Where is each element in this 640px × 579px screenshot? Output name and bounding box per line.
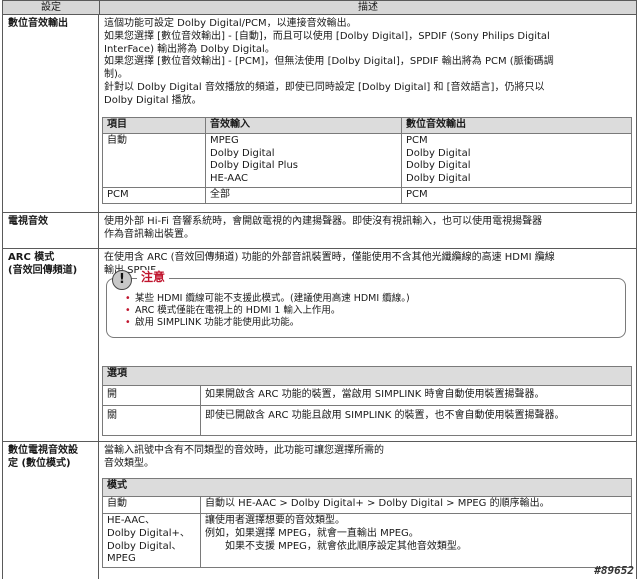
mode-desc-line: 讓使用者選擇想要的音效類型。 [205, 515, 345, 526]
setting-dtv-sound: 數位電視音效設 定 (數位模式) [2, 442, 99, 579]
desc-line: 制)。 [104, 69, 128, 81]
input-value: HE-AAC [210, 173, 248, 185]
cell-inputs: MPEG Dolby Digital Dolby Digital Plus HE… [205, 132, 402, 188]
cell-input: 全部 [205, 186, 402, 204]
cell-option-desc: 即使已開啟含 ARC 功能且啟用 SIMPLINK 的裝置，也不會自動使用裝置揚… [200, 405, 632, 436]
mode-label: MPEG [107, 553, 136, 565]
cell-option: 關 [102, 405, 201, 436]
cell-mode: 自動 [102, 496, 201, 514]
desc-line: 輸出 SPDIF。 [104, 264, 166, 276]
table-row: HE-AAC、 Dolby Digital+、 Dolby Digital、 M… [102, 512, 632, 569]
mode-label: Dolby Digital、 [107, 540, 182, 552]
desc-line: 音效類型。 [104, 457, 154, 469]
desc-line: 當輸入訊號中含有不同類型的音效時，此功能可讓您選擇所需的 [104, 445, 384, 456]
desc-line: 如果您選擇 [數位音效輸出] - [PCM]，但無法使用 [Dolby Digi… [104, 56, 554, 68]
output-table: 項目 音效輸入 數位音效輸出 自動 MPEG Dolby Digital Dol… [102, 117, 632, 204]
output-value: Dolby Digital [406, 160, 471, 172]
mode-label: HE-AAC、 [107, 515, 155, 526]
desc-digital-sound-output: 這個功能可設定 Dolby Digital/PCM，以連接音效輸出。 如果您選擇… [99, 15, 637, 213]
table-row: 關 即使已開啟含 ARC 功能且啟用 SIMPLINK 的裝置，也不會自動使用裝… [102, 405, 632, 436]
notice-box: ! 注意 某些 HDMI 纜線可能不支援此模式。(建議使用高速 HDMI 纜線。… [106, 270, 626, 338]
cell-option-desc: 如果開啟含 ARC 功能的裝置，當啟用 SIMPLINK 時會自動使用裝置揚聲器… [200, 385, 632, 406]
output-value: Dolby Digital [406, 147, 471, 159]
setting-label: 數位電視音效設 [8, 445, 78, 456]
desc-line: 這個功能可設定 Dolby Digital/PCM，以連接音效輸出。 [104, 18, 357, 29]
output-value: Dolby Digital [406, 173, 471, 185]
cell-mode: HE-AAC、 Dolby Digital+、 Dolby Digital、 M… [102, 512, 201, 569]
desc-line: 作為音訊輸出裝置。 [104, 228, 194, 240]
setting-label: 定 (數位模式) [8, 457, 71, 469]
mode-desc-line: 如果不支援 MPEG，就會依此順序設定其他音效類型。 [225, 540, 467, 552]
cell-mode-desc: 自動以 HE-AAC > Dolby Digital+ > Dolby Digi… [200, 496, 632, 514]
notice-item: ARC 模式僅能在電視上的 HDMI 1 輸入上作用。 [125, 305, 410, 317]
setting-label: (音效回傳頻道) [8, 264, 78, 276]
desc-arc-mode: 在使用含 ARC (音效回傳頻道) 功能的外部音訊裝置時，僅能使用不含其他光纖纜… [99, 249, 637, 442]
settings-table: 設定 描述 數位音效輸出 這個功能可設定 Dolby Digital/PCM，以… [2, 0, 637, 579]
col-options: 選項 [102, 366, 632, 386]
desc-dtv-sound: 當輸入訊號中含有不同類型的音效時，此功能可讓您選擇所需的 音效類型。 模式 自動… [99, 442, 637, 579]
desc-line: 針對以 Dolby Digital 音效播放的頻道，即使已同時設定 [Dolby… [104, 81, 545, 93]
setting-label: ARC 模式 [8, 252, 55, 263]
setting-tv-sound: 電視音效 [2, 213, 99, 249]
notice-title: 注意 [137, 270, 170, 286]
header-description: 描述 [358, 2, 378, 13]
arc-options-table: 選項 開 如果開啟含 ARC 功能的裝置，當啟用 SIMPLINK 時會自動使用… [102, 366, 632, 436]
cell-item: 自動 [102, 132, 206, 188]
setting-digital-sound-output: 數位音效輸出 [2, 15, 99, 213]
cell-output: PCM [401, 186, 632, 204]
table-row: 自動 MPEG Dolby Digital Dolby Digital Plus… [102, 132, 632, 188]
table-row: PCM 全部 PCM [102, 186, 632, 204]
image-watermark: #89652 [594, 563, 634, 577]
desc-line: Dolby Digital 播放。 [104, 94, 202, 106]
notice-list: 某些 HDMI 纜線可能不支援此模式。(建議使用高速 HDMI 纜線。) ARC… [125, 293, 410, 330]
setting-arc-mode: ARC 模式 (音效回傳頻道) [2, 249, 99, 442]
notice-item: 啟用 SIMPLINK 功能才能使用此功能。 [125, 317, 410, 329]
cell-item: PCM [102, 186, 206, 204]
dtv-mode-table: 模式 自動 自動以 HE-AAC > Dolby Digital+ > Dolb… [102, 478, 632, 569]
col-mode: 模式 [102, 478, 632, 497]
input-value: Dolby Digital Plus [210, 160, 299, 172]
desc-tv-sound: 使用外部 Hi-Fi 音響系統時，會開啟電視的內建揚聲器。即使沒有視訊輸入，也可… [99, 213, 637, 249]
notice-item: 某些 HDMI 纜線可能不支援此模式。(建議使用高速 HDMI 纜線。) [125, 293, 410, 305]
desc-line: InterFace) 輸出將為 Dolby Digital。 [104, 43, 275, 55]
desc-line: 如果您選擇 [數位音效輸出] - [自動]，而且可以使用 [Dolby Digi… [104, 30, 550, 42]
exclamation-icon: ! [112, 270, 132, 290]
desc-line: 在使用含 ARC (音效回傳頻道) 功能的外部音訊裝置時，僅能使用不含其他光纖纜… [104, 252, 555, 263]
mode-label: Dolby Digital+、 [107, 527, 190, 539]
input-value: MPEG [210, 134, 239, 146]
cell-outputs: PCM Dolby Digital Dolby Digital Dolby Di… [401, 132, 632, 188]
output-value: PCM [406, 134, 428, 146]
table-header: 設定 描述 [2, 0, 637, 15]
table-row: 自動 自動以 HE-AAC > Dolby Digital+ > Dolby D… [102, 496, 632, 514]
table-row: 開 如果開啟含 ARC 功能的裝置，當啟用 SIMPLINK 時會自動使用裝置揚… [102, 385, 632, 406]
cell-mode-desc: 讓使用者選擇想要的音效類型。 例如，如果選擇 MPEG，就會一直輸出 MPEG。… [200, 512, 632, 569]
col-sound-input: 音效輸入 [205, 117, 402, 134]
mode-desc-line: 例如，如果選擇 MPEG，就會一直輸出 MPEG。 [205, 527, 419, 539]
col-digital-output: 數位音效輸出 [401, 117, 632, 134]
header-setting: 設定 [3, 1, 100, 14]
desc-line: 使用外部 Hi-Fi 音響系統時，會開啟電視的內建揚聲器。即使沒有視訊輸入，也可… [104, 216, 543, 227]
input-value: Dolby Digital [210, 147, 275, 159]
col-item: 項目 [102, 117, 206, 134]
cell-option: 開 [102, 385, 201, 406]
